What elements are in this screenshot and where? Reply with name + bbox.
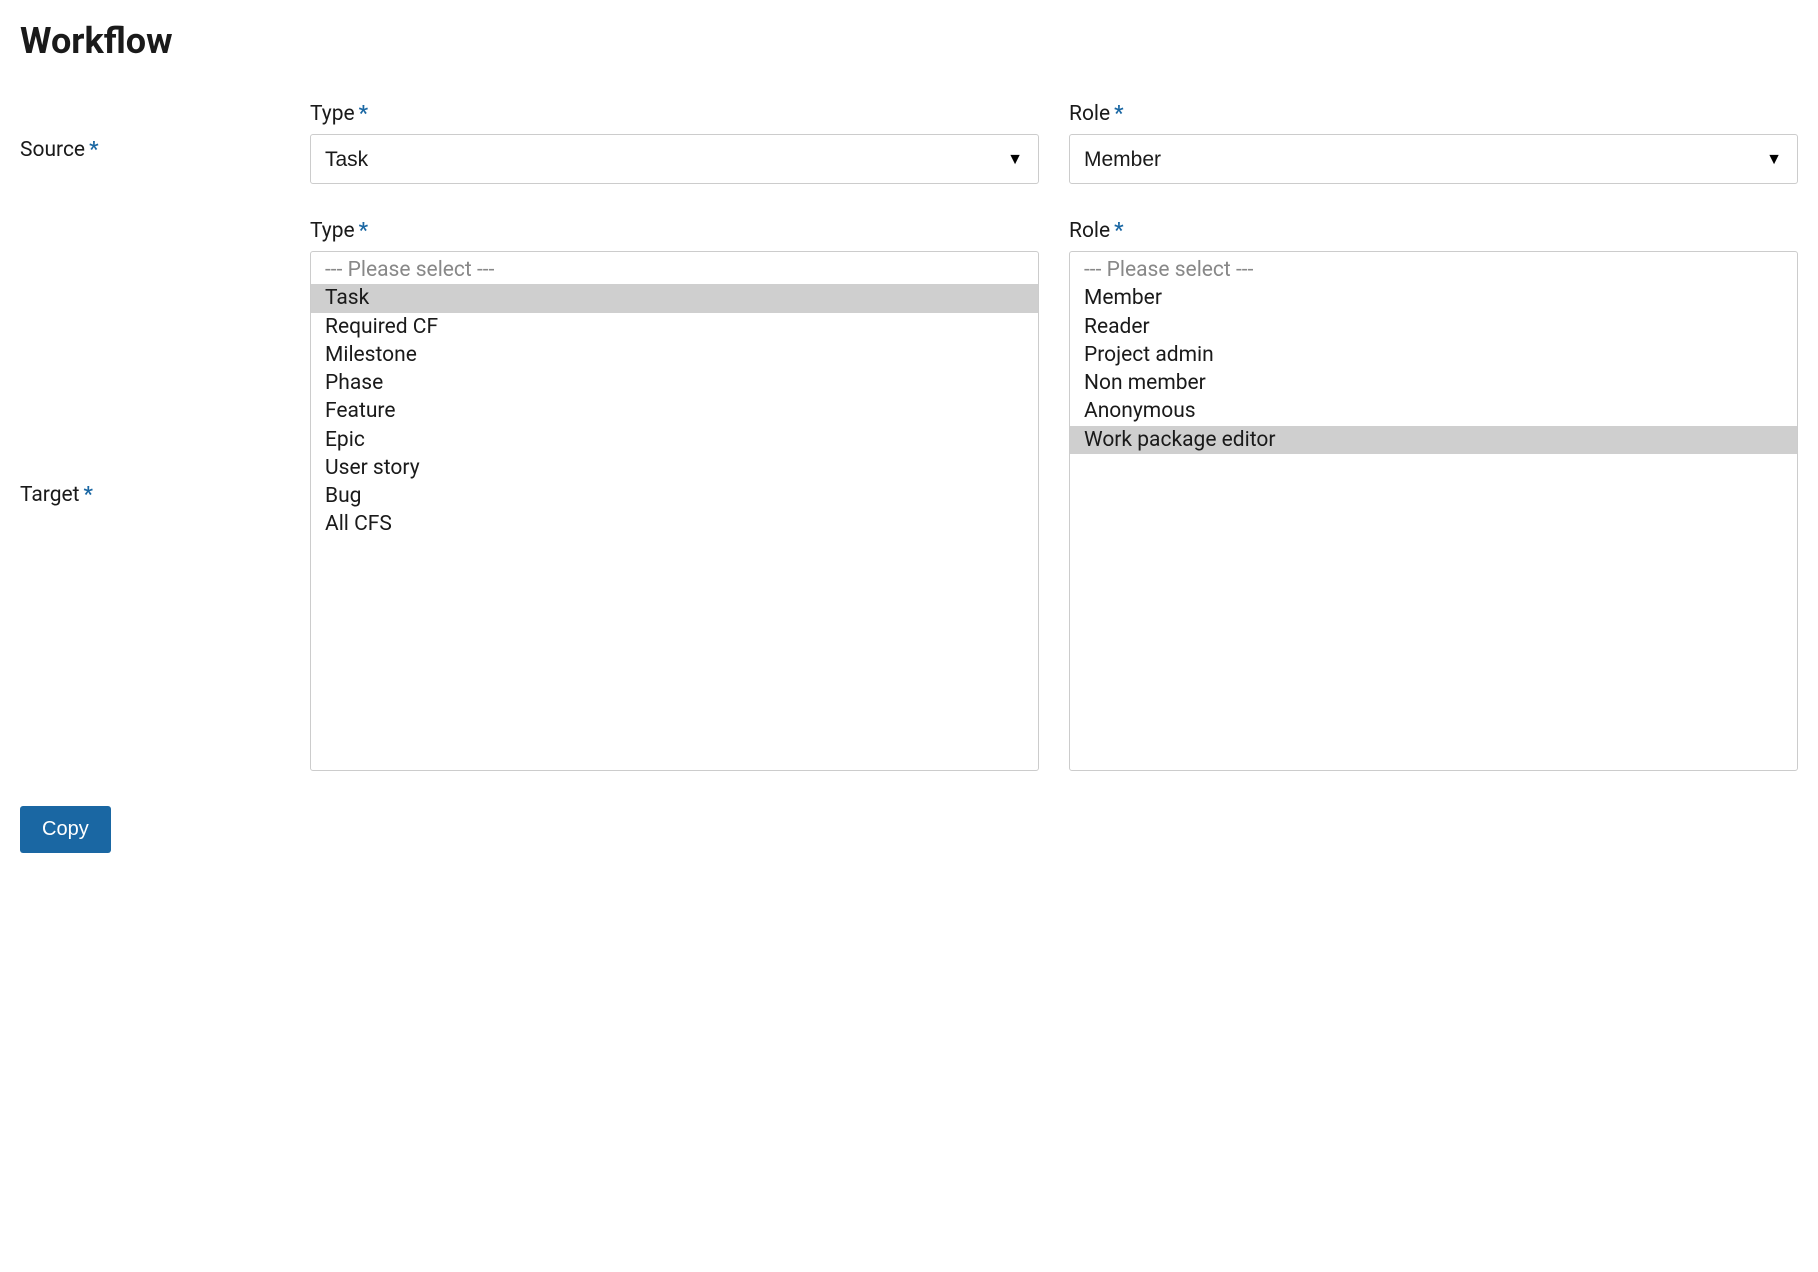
listbox-option[interactable]: Phase bbox=[311, 369, 1038, 397]
source-type-field: Type* Task ▼ bbox=[310, 102, 1039, 184]
listbox-option[interactable]: Bug bbox=[311, 482, 1038, 510]
listbox-option[interactable]: Anonymous bbox=[1070, 397, 1797, 425]
required-star: * bbox=[1114, 102, 1123, 126]
page-title: Workflow bbox=[20, 20, 1798, 62]
required-star: * bbox=[359, 219, 368, 243]
listbox-placeholder: --- Please select --- bbox=[311, 256, 1038, 284]
target-section: Target* Type* --- Please select --- Task… bbox=[20, 219, 1798, 771]
listbox-option[interactable]: Feature bbox=[311, 397, 1038, 425]
listbox-option[interactable]: Work package editor bbox=[1070, 426, 1797, 454]
target-label: Target* bbox=[20, 483, 280, 507]
source-label: Source* bbox=[20, 102, 280, 162]
listbox-option[interactable]: Epic bbox=[311, 426, 1038, 454]
target-type-label: Type* bbox=[310, 219, 1039, 243]
source-role-label: Role* bbox=[1069, 102, 1798, 126]
listbox-option[interactable]: Member bbox=[1070, 284, 1797, 312]
source-type-select[interactable]: Task bbox=[310, 134, 1039, 184]
listbox-placeholder: --- Please select --- bbox=[1070, 256, 1797, 284]
listbox-option[interactable]: Reader bbox=[1070, 313, 1797, 341]
listbox-option[interactable]: Project admin bbox=[1070, 341, 1797, 369]
listbox-option[interactable]: Milestone bbox=[311, 341, 1038, 369]
target-role-listbox[interactable]: --- Please select --- MemberReaderProjec… bbox=[1069, 251, 1798, 771]
copy-button[interactable]: Copy bbox=[20, 806, 111, 853]
required-star: * bbox=[359, 102, 368, 126]
required-star: * bbox=[89, 138, 98, 162]
source-section: Source* Type* Task ▼ Role* Member ▼ bbox=[20, 102, 1798, 184]
target-type-field: Type* --- Please select --- TaskRequired… bbox=[310, 219, 1039, 771]
source-role-select[interactable]: Member bbox=[1069, 134, 1798, 184]
listbox-option[interactable]: All CFS bbox=[311, 510, 1038, 538]
target-role-field: Role* --- Please select --- MemberReader… bbox=[1069, 219, 1798, 771]
target-role-label: Role* bbox=[1069, 219, 1798, 243]
listbox-option[interactable]: User story bbox=[311, 454, 1038, 482]
required-star: * bbox=[1114, 219, 1123, 243]
required-star: * bbox=[84, 483, 93, 507]
listbox-option[interactable]: Task bbox=[311, 284, 1038, 312]
target-type-listbox[interactable]: --- Please select --- TaskRequired CFMil… bbox=[310, 251, 1039, 771]
button-row: Copy bbox=[20, 806, 1798, 853]
listbox-option[interactable]: Required CF bbox=[311, 313, 1038, 341]
listbox-option[interactable]: Non member bbox=[1070, 369, 1797, 397]
source-role-field: Role* Member ▼ bbox=[1069, 102, 1798, 184]
source-type-label: Type* bbox=[310, 102, 1039, 126]
